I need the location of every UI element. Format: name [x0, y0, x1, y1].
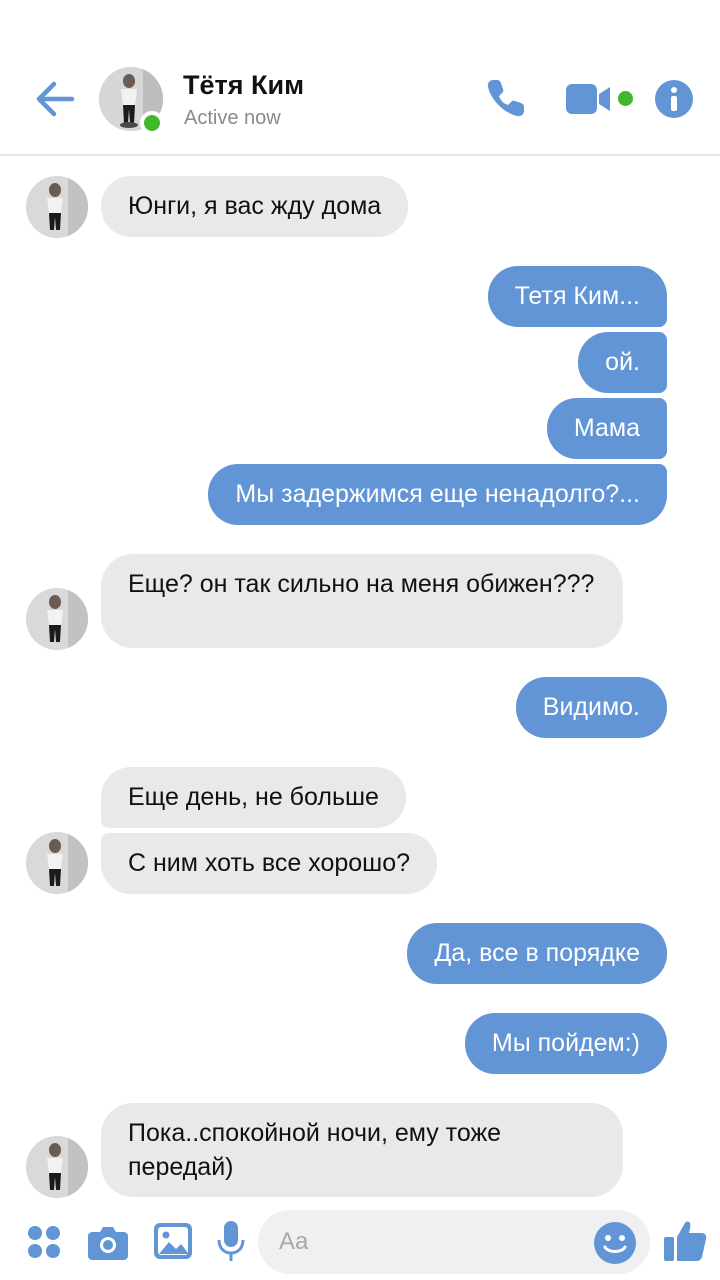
video-camera-icon[interactable] [566, 82, 614, 116]
chat-header: Тётя Ким Active now [0, 0, 720, 156]
online-status-dot [140, 111, 164, 135]
message-bubble-incoming[interactable]: С ним хоть все хорошо? [101, 833, 438, 894]
message-bubble-outgoing[interactable]: Тетя Ким... [487, 266, 667, 327]
message-bubble-incoming[interactable]: Пока..спокойной ночи, ему тоже передай) [101, 1103, 623, 1197]
contact-status: Active now [184, 107, 281, 129]
camera-icon[interactable] [88, 1224, 128, 1260]
microphone-icon[interactable] [217, 1221, 245, 1263]
message-input-placeholder: Aa [279, 1228, 309, 1255]
contact-name[interactable]: Тётя Ким [183, 70, 304, 101]
phone-icon[interactable] [484, 76, 528, 120]
message-bubble-outgoing[interactable]: Мы пойдем:) [464, 1013, 667, 1074]
message-bubble-outgoing[interactable]: Видимо. [515, 677, 667, 738]
thumbs-up-icon[interactable] [664, 1219, 708, 1263]
message-bubble-outgoing[interactable]: ой. [578, 332, 667, 393]
message-bubble-incoming[interactable]: Юнги, я вас жду дома [101, 176, 409, 237]
video-online-dot [618, 91, 633, 106]
sender-avatar[interactable] [26, 176, 88, 238]
back-arrow-icon[interactable] [30, 74, 80, 124]
message-bubble-outgoing[interactable]: Мы задержимся еще ненадолго?... [208, 464, 667, 525]
gallery-icon[interactable] [154, 1223, 192, 1259]
info-icon[interactable] [655, 80, 693, 118]
sender-avatar[interactable] [26, 588, 88, 650]
message-bubble-incoming[interactable]: Еще? он так сильно на меня обижен??? [101, 554, 623, 648]
message-bubble-incoming[interactable]: Еще день, не больше [101, 767, 406, 828]
apps-icon[interactable] [26, 1224, 62, 1260]
emoji-icon[interactable] [594, 1222, 636, 1264]
sender-avatar[interactable] [26, 1136, 88, 1198]
sender-avatar[interactable] [26, 832, 88, 894]
message-bubble-outgoing[interactable]: Да, все в порядке [407, 923, 667, 984]
message-bubble-outgoing[interactable]: Мама [546, 398, 667, 459]
message-input[interactable] [258, 1210, 650, 1274]
